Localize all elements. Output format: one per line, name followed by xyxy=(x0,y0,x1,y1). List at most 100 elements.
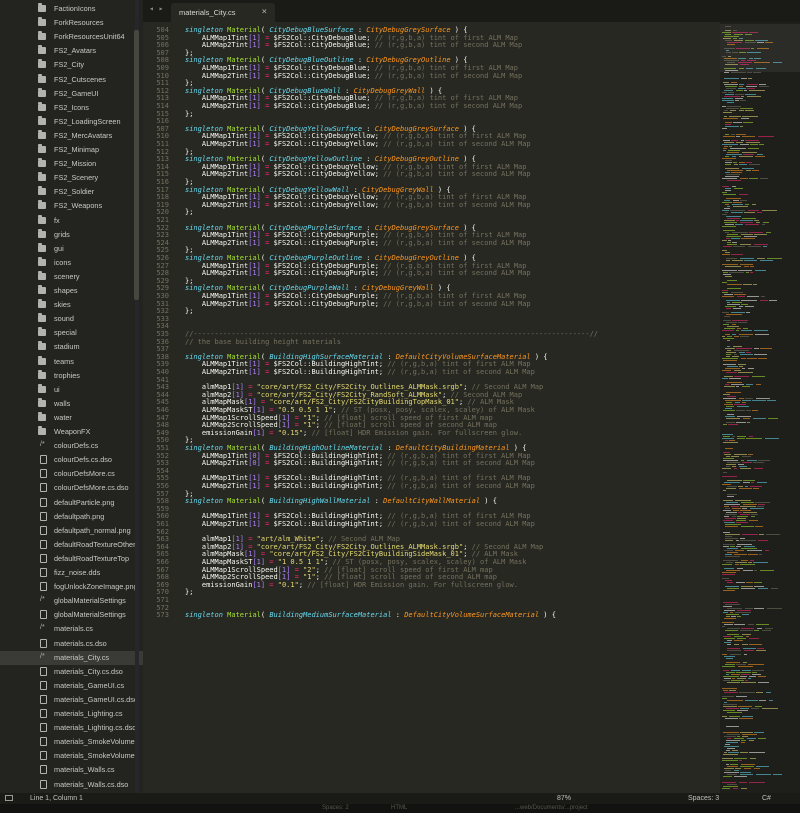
folder-item[interactable]: FS2_City xyxy=(0,58,143,72)
folder-item[interactable]: FS2_Scenery xyxy=(0,171,143,185)
folder-item[interactable]: WeaponFX xyxy=(0,425,143,439)
folder-item[interactable]: scenery xyxy=(0,270,143,284)
folder-item[interactable]: FS2_Weapons xyxy=(0,199,143,213)
file-item[interactable]: materials_Lighting.cs.dso xyxy=(0,721,143,735)
folder-item[interactable]: walls xyxy=(0,397,143,411)
folder-item[interactable]: gui xyxy=(0,242,143,256)
indentation-setting[interactable]: Spaces: 3 xyxy=(688,795,719,802)
file-item[interactable]: globalMaterialSettings xyxy=(0,608,143,622)
file-item[interactable]: materials_SmokeVolume xyxy=(0,735,143,749)
code-token: // (r,g,b,a) tint of second ALM Map xyxy=(383,238,531,247)
minimap-stroke xyxy=(759,144,764,145)
file-item[interactable]: fizz_noise.dds xyxy=(0,566,143,580)
file-item[interactable]: defaultpath_normal.png xyxy=(0,524,143,538)
file-item[interactable]: colourDefs.cs.dso xyxy=(0,453,143,467)
minimap-stroke xyxy=(722,264,738,265)
folder-item[interactable]: trophies xyxy=(0,369,143,383)
code-token: $FS2Col::CityDebugBlue xyxy=(273,102,367,110)
status-bar: Line 1, Column 1 87% Spaces: 3 C# xyxy=(0,793,800,804)
minimap-stroke xyxy=(731,134,735,135)
file-label: fx xyxy=(54,215,60,225)
file-item[interactable]: /* globalMaterialSettings xyxy=(0,594,143,608)
minimap-stroke xyxy=(738,322,747,323)
file-item[interactable]: materials_Walls.cs.dso xyxy=(0,778,143,792)
minimap-stroke xyxy=(726,464,736,465)
bg-indentation: Spaces: 2 xyxy=(322,805,349,811)
minimap-stroke xyxy=(726,662,740,663)
file-icon xyxy=(40,553,47,563)
folder-item[interactable]: water xyxy=(0,411,143,425)
minimap-stroke xyxy=(740,510,751,511)
file-item[interactable]: colourDefsMore.cs.dso xyxy=(0,481,143,495)
folder-item[interactable]: FS2_GameUI xyxy=(0,87,143,101)
folder-icon xyxy=(38,313,46,323)
minimap-viewport[interactable] xyxy=(720,24,800,72)
file-item[interactable]: defaultParticle.png xyxy=(0,496,143,510)
folder-item[interactable]: special xyxy=(0,326,143,340)
folder-item[interactable]: FS2_Mission xyxy=(0,157,143,171)
file-item[interactable]: colourDefsMore.cs xyxy=(0,467,143,481)
minimap-stroke xyxy=(754,234,767,235)
folder-item[interactable]: sound xyxy=(0,312,143,326)
folder-icon xyxy=(38,256,46,266)
code-token: // [float] HDR Emission gain. For fullsc… xyxy=(311,428,523,437)
file-item[interactable]: materials_City.cs.dso xyxy=(0,665,143,679)
minimap-stroke xyxy=(738,464,744,465)
minimap-stroke xyxy=(753,418,766,419)
syntax-selector[interactable]: C# xyxy=(762,795,771,802)
minimap-stroke xyxy=(726,742,738,743)
folder-item[interactable]: grids xyxy=(0,228,143,242)
minimap-stroke xyxy=(735,500,751,501)
file-item[interactable]: materials_SmokeVolume xyxy=(0,749,143,763)
sidebar-scrollbar[interactable] xyxy=(134,30,139,300)
code-token: // (r,g,b,a) tint of second ALM Map xyxy=(383,170,531,179)
close-icon[interactable]: × xyxy=(262,7,267,17)
minimap-stroke xyxy=(746,142,760,143)
code-token: ) { xyxy=(539,611,556,620)
folder-item[interactable]: FS2_Icons xyxy=(0,101,143,115)
folder-item[interactable]: FS2_Soldier xyxy=(0,185,143,199)
panel-toggle-icon[interactable] xyxy=(5,795,13,801)
file-item[interactable]: materials.cs.dso xyxy=(0,637,143,651)
folder-item[interactable]: FS2_MercAvatars xyxy=(0,129,143,143)
code-token: = xyxy=(260,482,274,490)
file-item[interactable]: /* materials.cs xyxy=(0,622,143,636)
minimap[interactable] xyxy=(720,22,800,793)
code-line: ALMMap2Tint[1] = $FS2Col::CityDebugPurpl… xyxy=(185,269,531,278)
folder-item[interactable]: ForkResourcesUnit64 xyxy=(0,30,143,44)
tab-materials-city[interactable]: materials_City.cs × xyxy=(171,3,275,22)
file-item[interactable]: /* materials_City.cs xyxy=(0,650,143,665)
folder-item[interactable]: FS2_LoadingScreen xyxy=(0,115,143,129)
file-item[interactable]: materials_GameUI.cs.dso xyxy=(0,693,143,707)
folder-item[interactable]: ui xyxy=(0,383,143,397)
file-item[interactable]: defaultpath.png xyxy=(0,510,143,524)
folder-item[interactable]: teams xyxy=(0,355,143,369)
file-item[interactable]: materials_Walls.cs xyxy=(0,763,143,777)
minimap-stroke xyxy=(741,358,746,359)
file-item[interactable]: fogUnlockZoneImage.png xyxy=(0,580,143,594)
file-item[interactable]: /* colourDefs.cs xyxy=(0,439,143,453)
code-line: ALMMap2Tint[1] = $FS2Col::CityDebugBlue;… xyxy=(185,41,522,50)
folder-item[interactable]: stadium xyxy=(0,340,143,354)
folder-item[interactable]: FS2_Cutscenes xyxy=(0,73,143,87)
folder-item[interactable]: ForkResources xyxy=(0,16,143,30)
folder-item[interactable]: fx xyxy=(0,214,143,228)
file-item[interactable]: defaultRoadTextureOther xyxy=(0,538,143,552)
minimap-stroke xyxy=(737,678,746,679)
folder-item[interactable]: FactionIcons xyxy=(0,2,143,16)
folder-item[interactable]: FS2_Avatars xyxy=(0,44,143,58)
folder-item[interactable]: shapes xyxy=(0,284,143,298)
folder-item[interactable]: icons xyxy=(0,256,143,270)
tab-nav-arrows-icon[interactable]: ◂ ▸ xyxy=(149,4,163,13)
code-token: $FS2Col::CityDebugYellow xyxy=(273,200,375,209)
file-label: defaultParticle.png xyxy=(54,497,115,507)
file-item[interactable]: materials_Lighting.cs xyxy=(0,707,143,721)
file-item[interactable]: materials_GameUI.cs xyxy=(0,679,143,693)
folder-item[interactable]: FS2_Minimap xyxy=(0,143,143,157)
file-item[interactable]: defaultRoadTextureTop xyxy=(0,552,143,566)
code-editor[interactable]: 504 singleton Material( CityDebugBlueSurf… xyxy=(143,22,720,793)
code-token: : xyxy=(370,497,384,506)
minimap-stroke xyxy=(723,148,727,149)
folder-item[interactable]: skies xyxy=(0,298,143,312)
minimap-stroke xyxy=(754,630,759,631)
